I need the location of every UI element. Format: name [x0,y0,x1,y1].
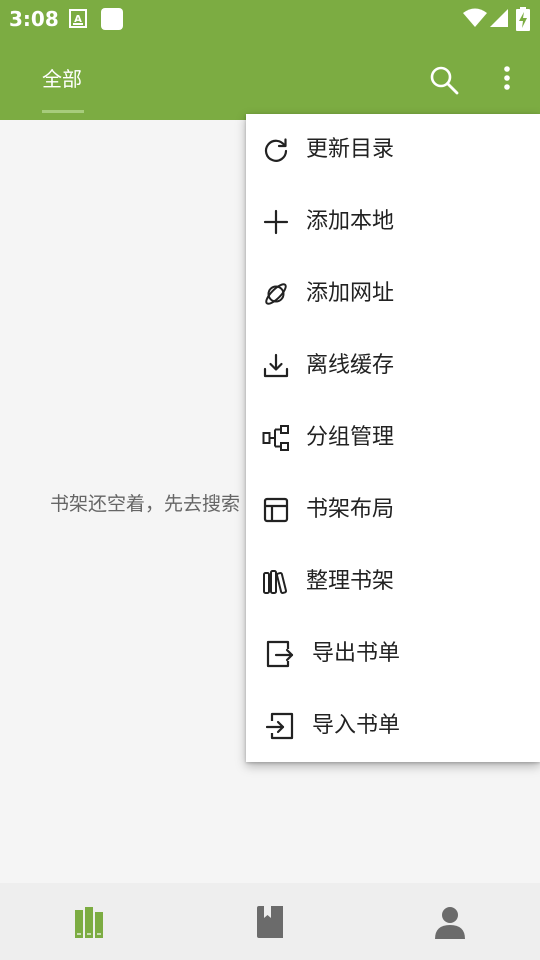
empty-shelf-message: 书架还空着，先去搜索 [50,493,241,515]
books-icon [263,570,288,594]
menu-item-label: 分组管理 [306,425,395,450]
download-icon [263,353,289,378]
tab-all[interactable]: 全部 [42,66,82,92]
bookshelf-icon [75,907,103,938]
refresh-icon [264,138,288,162]
more-vert-icon[interactable] [500,64,514,94]
menu-item-import-booklist[interactable]: 导入书单 [246,690,540,762]
search-icon[interactable] [428,64,460,96]
menu-item-add-url[interactable]: 添加网址 [246,258,540,330]
menu-item-group-management[interactable]: 分组管理 [246,402,540,474]
menu-item-label: 添加本地 [306,209,395,234]
a-keyboard-icon: A [69,9,87,28]
menu-item-label: 更新目录 [306,137,395,162]
battery-charging-icon [516,7,530,31]
white-square-icon [101,8,123,30]
bottom-navigation [0,883,540,960]
person-icon [435,907,465,939]
menu-item-label: 添加网址 [306,281,395,306]
planet-icon [265,283,287,305]
tab-indicator [42,110,84,113]
menu-item-add-local[interactable]: 添加本地 [246,186,540,258]
menu-item-update-catalog[interactable]: 更新目录 [246,114,540,186]
layout-icon [263,497,289,523]
status-bar: 3:08 A [0,0,540,38]
nav-bookshelf[interactable] [0,883,180,960]
wifi-icon [463,8,487,27]
status-time: 3:08 [9,7,59,31]
book-icon [257,906,283,938]
plus-icon [263,209,289,235]
nav-my[interactable] [360,883,540,960]
group-icon [262,425,289,451]
overflow-menu: 更新目录 添加本地 添加网址 离线缓存 分组管理 书架布局 整理书架 导出书单 … [246,114,540,762]
menu-item-export-booklist[interactable]: 导出书单 [246,618,540,690]
menu-item-label: 导出书单 [312,641,401,666]
menu-item-organize-shelf[interactable]: 整理书架 [246,546,540,618]
menu-item-label: 书架布局 [306,497,395,522]
menu-item-shelf-layout[interactable]: 书架布局 [246,474,540,546]
menu-item-offline-cache[interactable]: 离线缓存 [246,330,540,402]
export-icon [266,640,294,668]
menu-item-label: 导入书单 [312,713,401,738]
import-icon [266,712,294,740]
nav-explore[interactable] [180,883,360,960]
signal-icon [490,9,508,27]
menu-item-label: 离线缓存 [306,353,395,378]
menu-item-label: 整理书架 [306,569,395,594]
app-bar: 全部 [0,38,540,120]
